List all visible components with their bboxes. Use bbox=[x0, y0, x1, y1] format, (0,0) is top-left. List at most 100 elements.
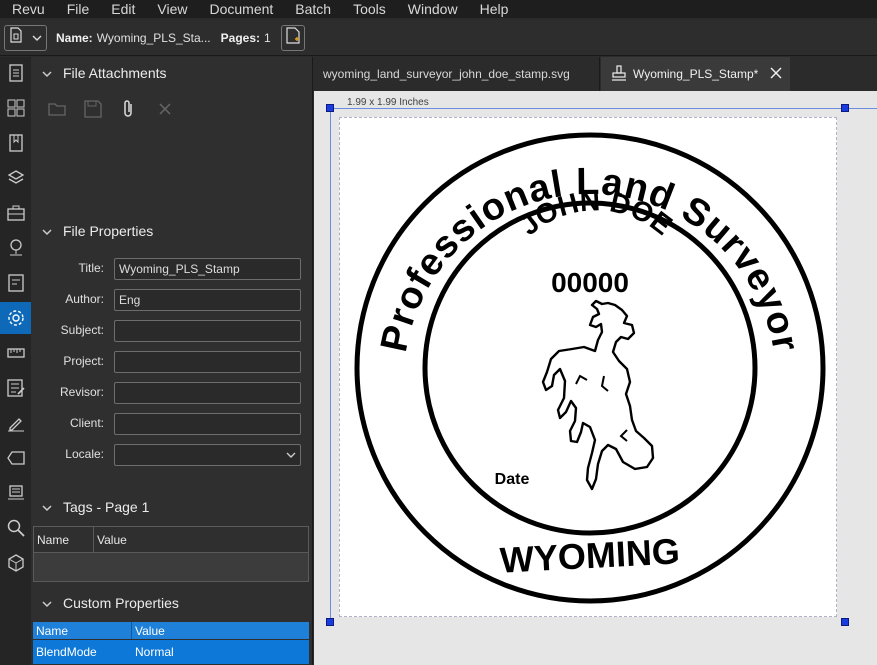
tab-stamp[interactable]: Wyoming_PLS_Stamp* bbox=[601, 57, 790, 91]
client-field[interactable] bbox=[114, 413, 301, 435]
menu-document[interactable]: Document bbox=[198, 1, 284, 17]
revu-window: Revu File Edit View Document Batch Tools… bbox=[0, 0, 877, 665]
tags-table-body bbox=[34, 552, 308, 581]
custom-properties-title: Custom Properties bbox=[63, 595, 179, 611]
document-tab-strip: wyoming_land_surveyor_john_doe_stamp.svg… bbox=[314, 57, 877, 91]
close-icon[interactable] bbox=[770, 66, 782, 82]
tab-svg-file[interactable]: wyoming_land_surveyor_john_doe_stamp.svg bbox=[314, 57, 600, 91]
resize-handle-bottom-right[interactable] bbox=[841, 618, 849, 626]
title-row: Title: Wyoming_PLS_Stamp bbox=[31, 258, 313, 280]
save-icon[interactable] bbox=[75, 99, 111, 119]
bucking-horse-icon bbox=[541, 299, 655, 491]
search-icon[interactable] bbox=[0, 512, 31, 544]
locale-dropdown[interactable] bbox=[114, 444, 301, 466]
chevron-down-icon bbox=[41, 597, 53, 609]
menu-file[interactable]: File bbox=[56, 1, 101, 17]
attach-icon[interactable] bbox=[111, 99, 147, 119]
add-page-button[interactable] bbox=[280, 24, 305, 51]
menu-window[interactable]: Window bbox=[397, 1, 469, 17]
stamp-icon bbox=[611, 64, 627, 84]
stamp-canvas[interactable]: Professional Land Surveyor JOHN DOE 0000… bbox=[339, 117, 837, 617]
author-field[interactable]: Eng bbox=[114, 289, 301, 311]
open-folder-icon[interactable] bbox=[39, 99, 75, 119]
custom-properties-table: Name Value BlendMode Normal bbox=[33, 622, 309, 664]
tags-title: Tags - Page 1 bbox=[63, 499, 150, 515]
title-field[interactable]: Wyoming_PLS_Stamp bbox=[114, 258, 301, 280]
selection-outline bbox=[330, 108, 877, 109]
project-row: Project: bbox=[31, 351, 313, 373]
tags-column-name[interactable]: Name bbox=[34, 527, 94, 552]
custom-properties-header[interactable]: Custom Properties bbox=[31, 591, 313, 615]
custom-column-value[interactable]: Value bbox=[132, 622, 309, 639]
panel-tab-rail bbox=[0, 57, 31, 665]
menu-view[interactable]: View bbox=[146, 1, 198, 17]
subject-field[interactable] bbox=[114, 320, 301, 342]
title-label: Title: bbox=[78, 261, 104, 275]
measurements-icon[interactable] bbox=[0, 337, 31, 369]
revisor-label: Revisor: bbox=[59, 385, 104, 399]
document-dropdown[interactable] bbox=[4, 24, 47, 51]
revisor-row: Revisor: bbox=[31, 382, 313, 404]
attachment-toolbar bbox=[39, 99, 183, 119]
file-attachments-title: File Attachments bbox=[63, 65, 167, 81]
file-properties-header[interactable]: File Properties bbox=[31, 219, 313, 243]
revisor-field[interactable] bbox=[114, 382, 301, 404]
table-row[interactable]: BlendMode Normal bbox=[33, 640, 309, 664]
document-page: Professional Land Surveyor JOHN DOE 0000… bbox=[330, 108, 877, 665]
menu-edit[interactable]: Edit bbox=[100, 1, 146, 17]
tab-label: Wyoming_PLS_Stamp* bbox=[633, 67, 759, 81]
menu-help[interactable]: Help bbox=[469, 1, 520, 17]
resize-handle-top-right[interactable] bbox=[841, 104, 849, 112]
custom-column-name[interactable]: Name bbox=[33, 622, 132, 639]
sets-icon[interactable] bbox=[0, 477, 31, 509]
subject-label: Subject: bbox=[60, 323, 104, 337]
properties-icon[interactable] bbox=[0, 302, 31, 334]
author-label: Author: bbox=[65, 292, 104, 306]
resize-handle-bottom-left[interactable] bbox=[326, 618, 334, 626]
toolchest-icon[interactable] bbox=[0, 197, 31, 229]
name-label: Name: bbox=[56, 30, 93, 45]
properties-panel: File Attachments File Properties Title: bbox=[31, 57, 313, 665]
bookmarks-icon[interactable] bbox=[0, 127, 31, 159]
document-view: wyoming_land_surveyor_john_doe_stamp.svg… bbox=[314, 57, 877, 665]
page-dimensions: 1.99 x 1.99 Inches bbox=[347, 97, 429, 108]
stamp-license-number: 00000 bbox=[551, 267, 629, 298]
stamp-state: WYOMING bbox=[499, 530, 681, 580]
tags-header[interactable]: Tags - Page 1 bbox=[31, 495, 313, 519]
menu-tools[interactable]: Tools bbox=[342, 1, 397, 17]
menu-batch[interactable]: Batch bbox=[284, 1, 342, 17]
thumbnails-icon[interactable] bbox=[0, 57, 31, 89]
project-field[interactable] bbox=[114, 351, 301, 373]
tags-column-value[interactable]: Value bbox=[94, 527, 308, 552]
menu-bar: Revu File Edit View Document Batch Tools… bbox=[0, 0, 877, 18]
chevron-down-icon bbox=[32, 29, 42, 47]
wyoming-pls-stamp: Professional Land Surveyor JOHN DOE 0000… bbox=[354, 132, 826, 604]
locale-label: Locale: bbox=[65, 447, 104, 461]
signatures-icon[interactable] bbox=[0, 407, 31, 439]
client-row: Client: bbox=[31, 413, 313, 435]
delete-icon[interactable] bbox=[147, 99, 183, 119]
chevron-down-icon bbox=[286, 448, 296, 462]
bucking-horse-detail bbox=[575, 374, 628, 442]
document-toolbar: Name: Wyoming_PLS_Sta... Pages: 1 bbox=[0, 20, 877, 56]
document-icon bbox=[9, 27, 23, 48]
project-label: Project: bbox=[63, 354, 104, 368]
3d-icon[interactable] bbox=[0, 547, 31, 579]
add-page-icon bbox=[286, 26, 300, 49]
custom-property-value[interactable]: Normal bbox=[132, 640, 309, 664]
layers-icon[interactable] bbox=[0, 162, 31, 194]
places-icon[interactable] bbox=[0, 232, 31, 264]
menu-revu[interactable]: Revu bbox=[0, 1, 56, 17]
client-label: Client: bbox=[69, 416, 104, 430]
grid-icon[interactable] bbox=[0, 92, 31, 124]
resize-handle-top-left[interactable] bbox=[326, 104, 334, 112]
chevron-down-icon bbox=[41, 67, 53, 79]
tags-table-header: Name Value bbox=[34, 527, 308, 552]
selection-outline bbox=[330, 108, 331, 622]
tags-icon[interactable] bbox=[0, 442, 31, 474]
markups-icon[interactable] bbox=[0, 267, 31, 299]
file-attachments-header[interactable]: File Attachments bbox=[31, 61, 313, 85]
chevron-down-icon bbox=[41, 501, 53, 513]
pages-value: 1 bbox=[264, 30, 271, 45]
forms-icon[interactable] bbox=[0, 372, 31, 404]
